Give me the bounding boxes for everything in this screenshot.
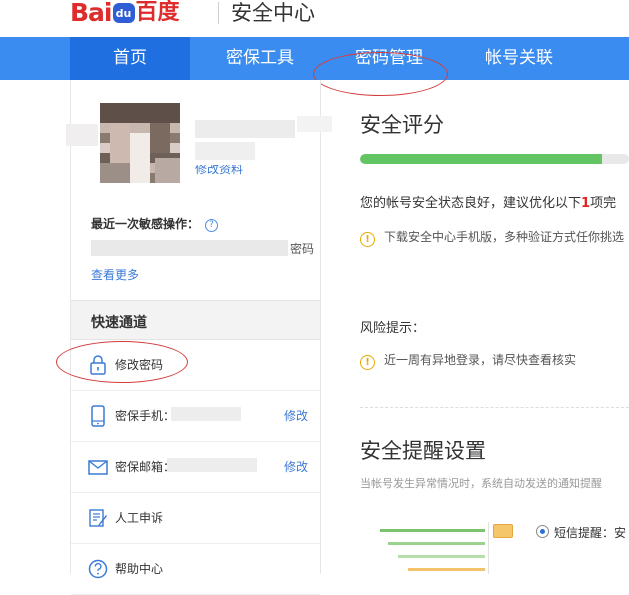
recent-operation-text: 最近一次敏感操作： — [91, 217, 200, 231]
risk-label: 风险提示： — [360, 321, 426, 336]
status-suffix: 项完 — [590, 196, 617, 211]
blurred-region — [66, 124, 98, 146]
sidebar-item-label: 修改密码 — [115, 358, 164, 372]
sidebar-item-security-email[interactable]: 密保邮箱： 修改 — [71, 441, 320, 493]
quick-access-title: 快速通道 — [91, 315, 147, 331]
blurred-region — [195, 142, 255, 160]
avatar-pixel — [100, 163, 130, 183]
avatar-pixel — [110, 123, 130, 163]
nav-password-management[interactable]: 密码管理 — [329, 37, 449, 80]
reminder-graphic-bar — [408, 568, 485, 571]
status-count: 1 — [581, 196, 591, 211]
sidebar: 修改资料 最近一次敏感操作：? 密码 查看更多 快速通道 修改密码 密保手机： … — [56, 80, 332, 595]
avatar-pixel — [150, 123, 170, 153]
blurred-phone — [171, 407, 241, 421]
tip-download-text: 下载安全中心手机版，多种验证方式任你挑选 — [384, 230, 625, 244]
sidebar-item-help-center[interactable]: 帮助中心 — [71, 543, 320, 595]
blurred-email — [167, 458, 257, 472]
reminder-graphic-bar — [380, 529, 485, 532]
sidebar-item-label: 人工申诉 — [115, 511, 164, 525]
mail-icon — [88, 460, 108, 475]
main-nav: 首页 密保工具 密码管理 帐号关联 — [0, 37, 629, 80]
recent-operation-tail: 密码 — [290, 242, 315, 256]
main-content: 安全评分 您的帐号安全状态良好，建议优化以下1项完 ! 下载安全中心手机版，多种验… — [360, 80, 629, 574]
see-more-link[interactable]: 查看更多 — [91, 266, 139, 283]
modify-email-link[interactable]: 修改 — [284, 458, 308, 475]
phone-icon — [91, 405, 105, 427]
security-status-text: 您的帐号安全状态良好，建议优化以下1项完 — [360, 192, 616, 211]
sms-reminder-label: 短信提醒：安 — [554, 526, 627, 540]
security-reminder-title: 安全提醒设置 — [360, 439, 486, 463]
appeal-icon — [89, 509, 107, 527]
tip-risk-login[interactable]: ! 近一周有异地登录，请尽快查看核实 — [360, 351, 576, 370]
tip-download-app[interactable]: ! 下载安全中心手机版，多种验证方式任你挑选 — [360, 228, 624, 247]
sidebar-item-label: 帮助中心 — [115, 562, 164, 576]
warning-icon: ! — [360, 355, 375, 370]
modify-phone-link[interactable]: 修改 — [284, 407, 308, 424]
quick-access-header: 快速通道 — [71, 300, 320, 340]
avatar-pixel — [130, 133, 150, 183]
status-prefix: 您的帐号安全状态良好，建议优化以下 — [360, 196, 582, 211]
blurred-username — [195, 120, 295, 138]
page-title: 安全中心 — [231, 1, 315, 25]
question-icon[interactable]: ? — [205, 219, 219, 232]
avatar[interactable] — [100, 103, 180, 183]
security-score-title: 安全评分 — [360, 113, 444, 137]
tip-risk-text: 近一周有异地登录，请尽快查看核实 — [384, 353, 577, 367]
blurred-username-tail — [297, 116, 332, 132]
logo-cn-text: 百度 — [135, 0, 180, 25]
blurred-recent-operation — [91, 240, 288, 256]
nav-home[interactable]: 首页 — [70, 37, 190, 80]
sms-reminder-radio[interactable] — [536, 525, 549, 538]
section-divider — [360, 407, 629, 408]
edit-profile-link[interactable]: 修改资料 — [195, 165, 243, 177]
help-icon — [88, 559, 108, 579]
header-divider — [218, 2, 219, 24]
baidu-logo[interactable]: Bai du 百度 — [70, 0, 180, 26]
nav-security-tools[interactable]: 密保工具 — [200, 37, 320, 80]
sidebar-item-manual-appeal[interactable]: 人工申诉 — [71, 492, 320, 544]
avatar-pixel — [155, 158, 180, 183]
avatar-pixel — [100, 103, 180, 123]
nav-account-link[interactable]: 帐号关联 — [459, 37, 579, 80]
warning-icon: ! — [360, 232, 375, 247]
logo-paw-icon: du — [112, 3, 135, 23]
lock-icon — [90, 355, 106, 375]
reminder-badge-icon — [493, 524, 513, 538]
reminder-graphic-bar — [398, 555, 485, 558]
logo-bai-text: Bai — [70, 0, 112, 27]
security-reminder-subtitle: 当帐号发生异常情况时，系统自动发送的通知提醒 — [360, 477, 602, 490]
security-score-progress — [360, 154, 629, 164]
header: Bai du 百度 安全中心 — [0, 0, 629, 37]
sidebar-item-security-phone[interactable]: 密保手机： 修改 — [71, 390, 320, 442]
recent-operation-label: 最近一次敏感操作：? — [91, 215, 219, 232]
sidebar-item-label: 密保手机： — [115, 409, 176, 423]
reminder-timeline — [488, 522, 489, 574]
sidebar-item-label: 密保邮箱： — [115, 460, 176, 474]
reminder-graphic-bar — [388, 542, 485, 545]
sidebar-item-change-password[interactable]: 修改密码 — [71, 339, 320, 391]
security-score-progress-fill — [360, 154, 603, 164]
